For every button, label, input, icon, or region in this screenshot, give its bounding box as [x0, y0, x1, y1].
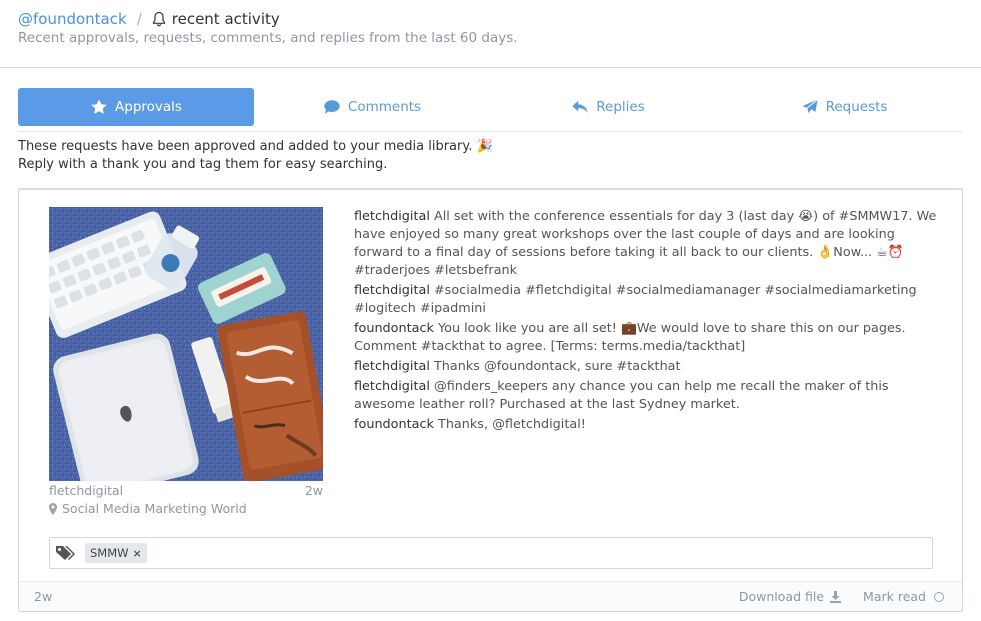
- tab-label: Replies: [596, 99, 645, 115]
- paper-plane-icon: [801, 99, 818, 114]
- tab-approvals[interactable]: Approvals: [18, 88, 254, 126]
- comment-thread: fletchdigital All set with the conferenc…: [354, 208, 939, 436]
- post-photo[interactable]: [49, 207, 323, 481]
- comment-user[interactable]: foundontack: [354, 417, 434, 432]
- page-title: recent activity: [171, 10, 280, 28]
- post-meta: fletchdigital 2w: [49, 483, 323, 498]
- mark-read-button[interactable]: Mark read: [863, 589, 944, 604]
- tab-label: Requests: [825, 99, 888, 115]
- tag-label: SMMW: [90, 546, 129, 560]
- map-pin-icon: [49, 502, 57, 515]
- speech-bubble-icon: [324, 100, 340, 114]
- download-icon: [830, 590, 842, 603]
- breadcrumb: @foundontack / recent activity: [18, 10, 981, 28]
- note-line: These requests have been approved and ad…: [18, 139, 493, 154]
- comment-text: Thanks, @fletchdigital!: [433, 417, 586, 432]
- remove-tag-button[interactable]: ×: [133, 547, 142, 560]
- comment-item: fletchdigital #socialmedia #fletchdigita…: [354, 282, 939, 318]
- tag-input[interactable]: SMMW ×: [49, 537, 933, 569]
- breadcrumb-separator: /: [136, 10, 142, 28]
- comment-text: Thanks @foundontack, sure #tackthat: [429, 359, 681, 374]
- approvals-note: These requests have been approved and ad…: [18, 138, 493, 174]
- star-icon: [91, 99, 107, 114]
- location-label[interactable]: Social Media Marketing World: [62, 501, 247, 516]
- comment-user[interactable]: fletchdigital: [354, 379, 430, 394]
- comment-item: fletchdigital Thanks @foundontack, sure …: [354, 358, 939, 376]
- comment-user[interactable]: fletchdigital: [354, 283, 430, 298]
- page-subtitle: Recent approvals, requests, comments, an…: [18, 30, 518, 46]
- tab-label: Comments: [347, 99, 422, 115]
- comment-user[interactable]: foundontack: [354, 321, 434, 336]
- post-author[interactable]: fletchdigital: [49, 483, 123, 498]
- post-age: 2w: [304, 483, 323, 498]
- post-location: Social Media Marketing World: [49, 501, 247, 516]
- comment-item: fletchdigital All set with the conferenc…: [354, 208, 939, 280]
- approval-card: fletchdigital 2w Social Media Marketing …: [18, 188, 963, 612]
- comment-user[interactable]: fletchdigital: [354, 209, 430, 224]
- tab-label: Approvals: [115, 99, 182, 115]
- post-image: [49, 207, 323, 481]
- tab-replies[interactable]: Replies: [490, 88, 726, 126]
- page-header: @foundontack / recent activity Recent ap…: [0, 0, 981, 68]
- comment-text: You look like you are all set! 💼We would…: [354, 321, 906, 354]
- bell-icon: [152, 11, 165, 27]
- account-handle-link[interactable]: @foundontack: [18, 10, 127, 28]
- activity-tabs: Approvals Comments Replies Requests: [18, 88, 963, 132]
- comment-text: All set with the conference essentials f…: [354, 209, 937, 278]
- note-line: Reply with a thank you and tag them for …: [18, 157, 388, 172]
- footer-age: 2w: [34, 589, 53, 604]
- download-label: Download file: [738, 589, 825, 604]
- download-file-button[interactable]: Download file: [738, 589, 842, 604]
- tab-comments[interactable]: Comments: [254, 88, 490, 126]
- comment-item: foundontack Thanks, @fletchdigital!: [354, 416, 939, 434]
- comment-item: fletchdigital @finders_keepers any chanc…: [354, 378, 939, 414]
- mark-read-label: Mark read: [863, 589, 926, 604]
- reply-arrow-icon: [572, 100, 588, 113]
- tag-chip: SMMW ×: [85, 543, 147, 563]
- tags-icon: [56, 546, 75, 560]
- tab-requests[interactable]: Requests: [726, 88, 962, 126]
- card-actions: Download file Mark read: [717, 589, 944, 604]
- card-footer: 2w Download file Mark read: [19, 581, 962, 611]
- comment-item: foundontack You look like you are all se…: [354, 320, 939, 356]
- comment-text: @finders_keepers any chance you can help…: [354, 379, 889, 412]
- comment-user[interactable]: fletchdigital: [354, 359, 430, 374]
- circle-icon: [934, 591, 944, 602]
- comment-text: #socialmedia #fletchdigital #socialmedia…: [354, 283, 917, 316]
